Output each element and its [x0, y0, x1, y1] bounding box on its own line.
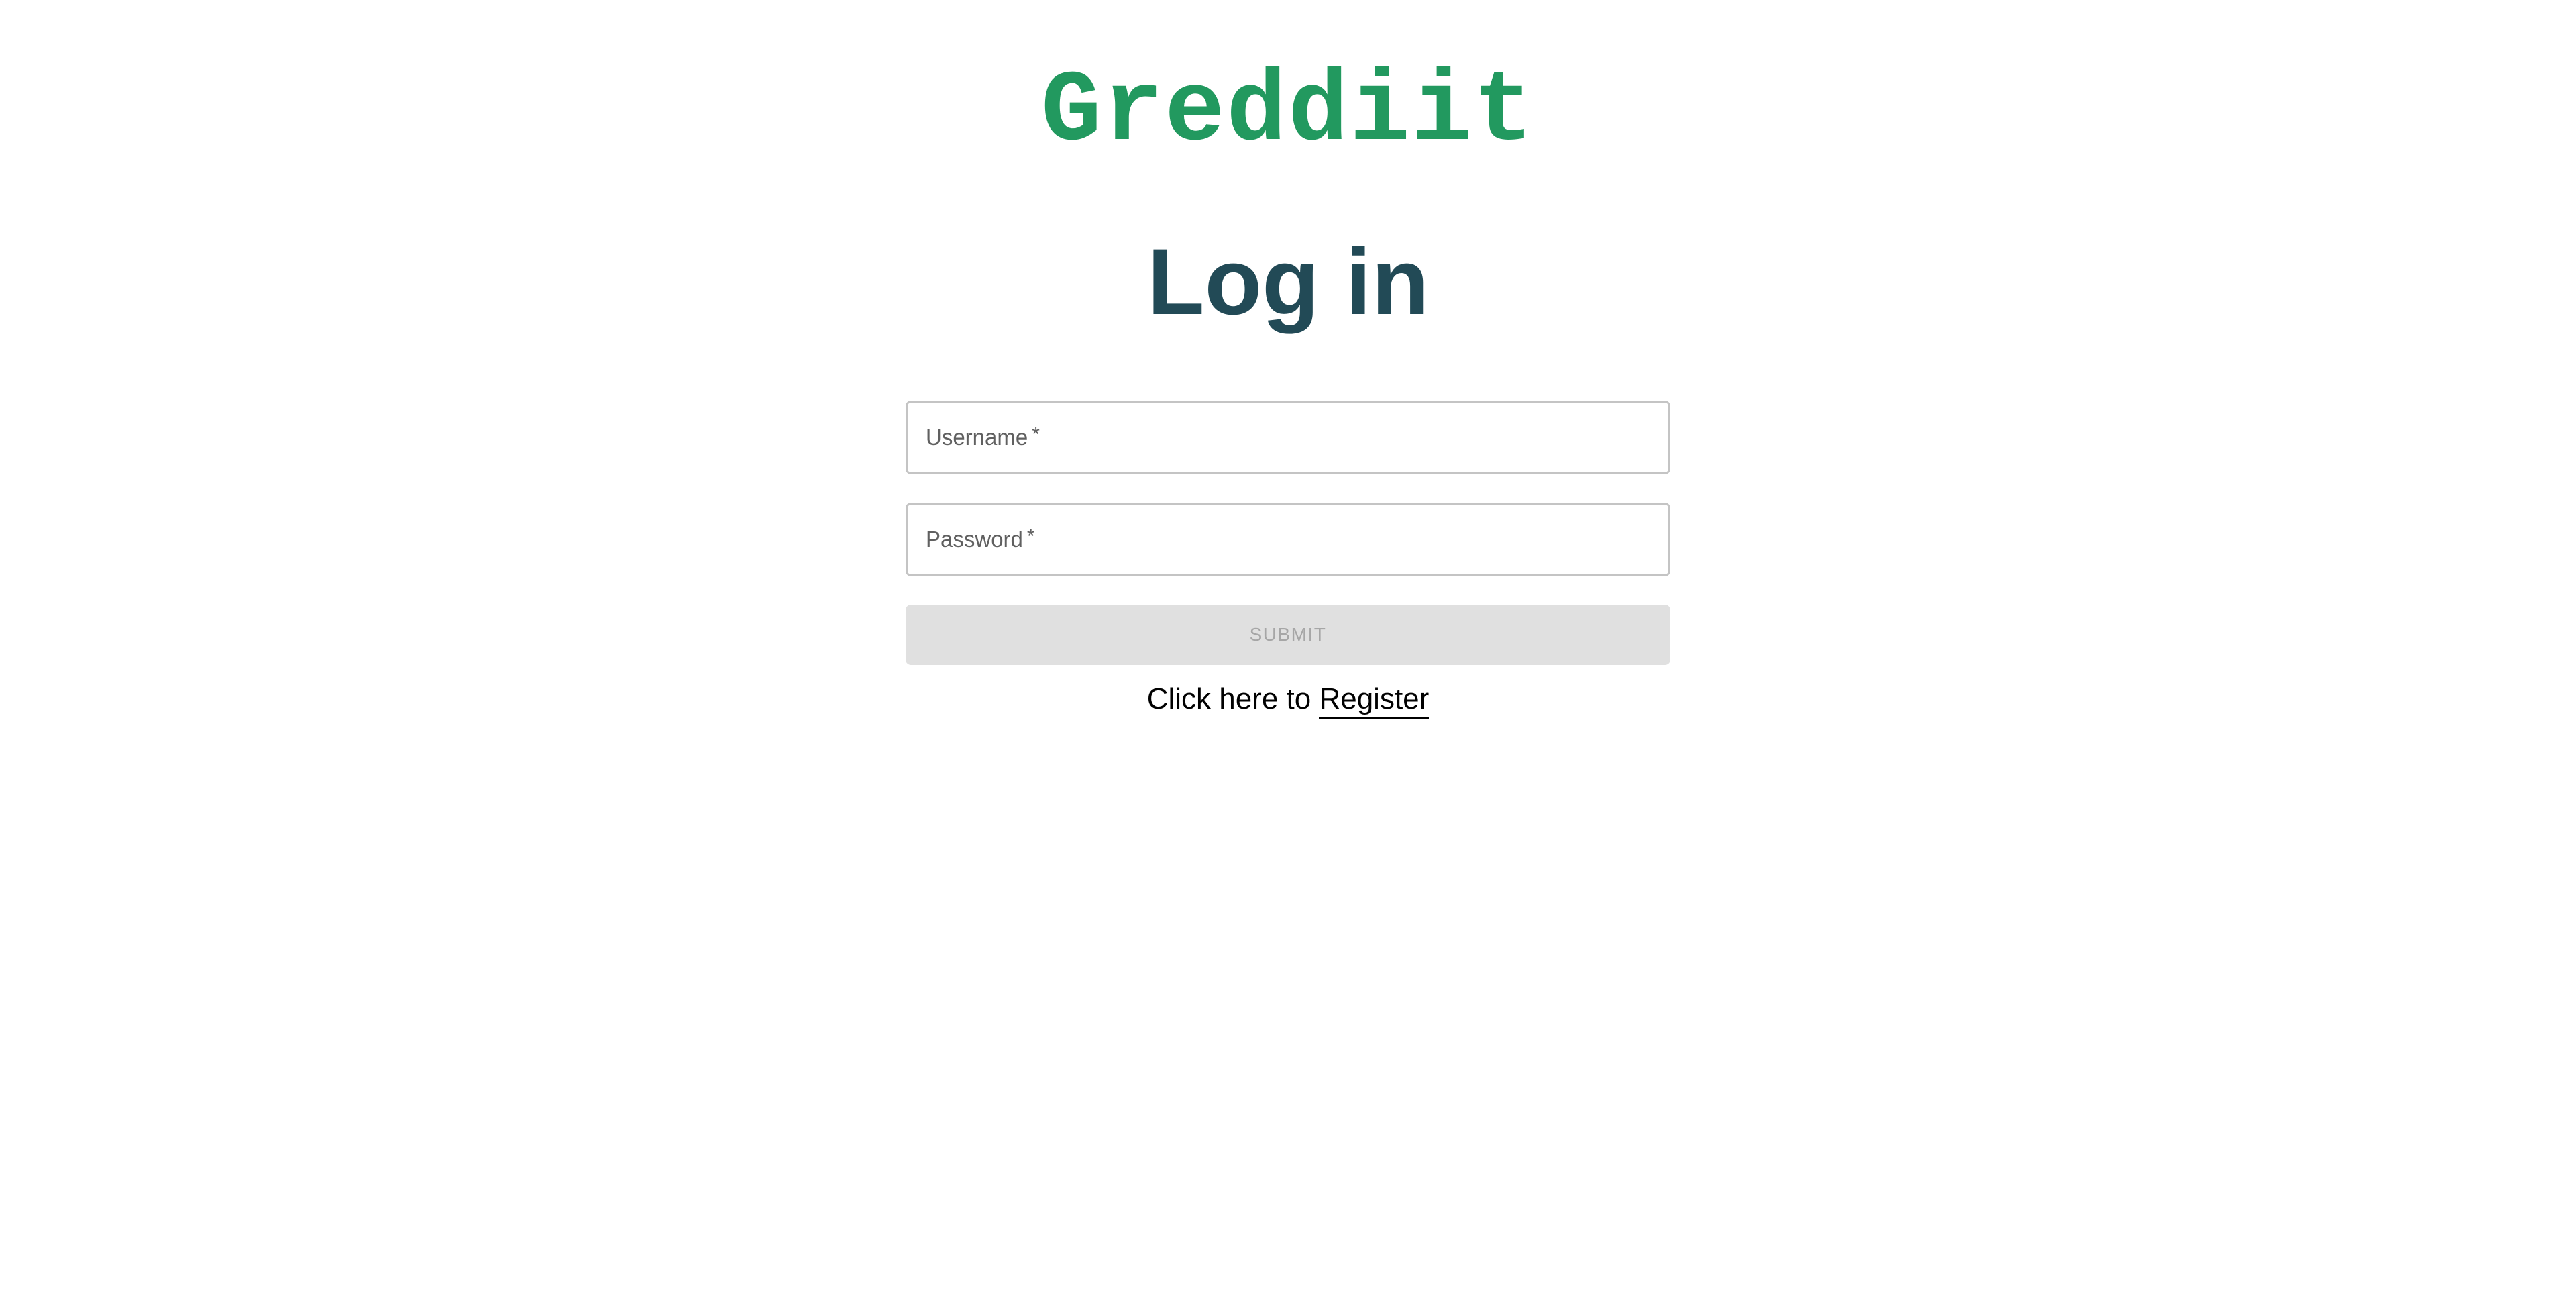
submit-button[interactable]: SUBMIT	[906, 605, 1670, 665]
username-input[interactable]	[908, 403, 1668, 472]
password-input[interactable]	[908, 505, 1668, 574]
register-link[interactable]: Register	[1319, 682, 1430, 719]
register-prompt: Click here to Register	[0, 679, 2576, 719]
page-title: Log in	[1147, 229, 1429, 334]
register-prompt-text: Click here to	[1146, 682, 1311, 715]
brand-logo: Greddiit	[1040, 56, 1536, 170]
password-field[interactable]: Password *	[906, 503, 1670, 576]
username-field[interactable]: Username *	[906, 401, 1670, 474]
